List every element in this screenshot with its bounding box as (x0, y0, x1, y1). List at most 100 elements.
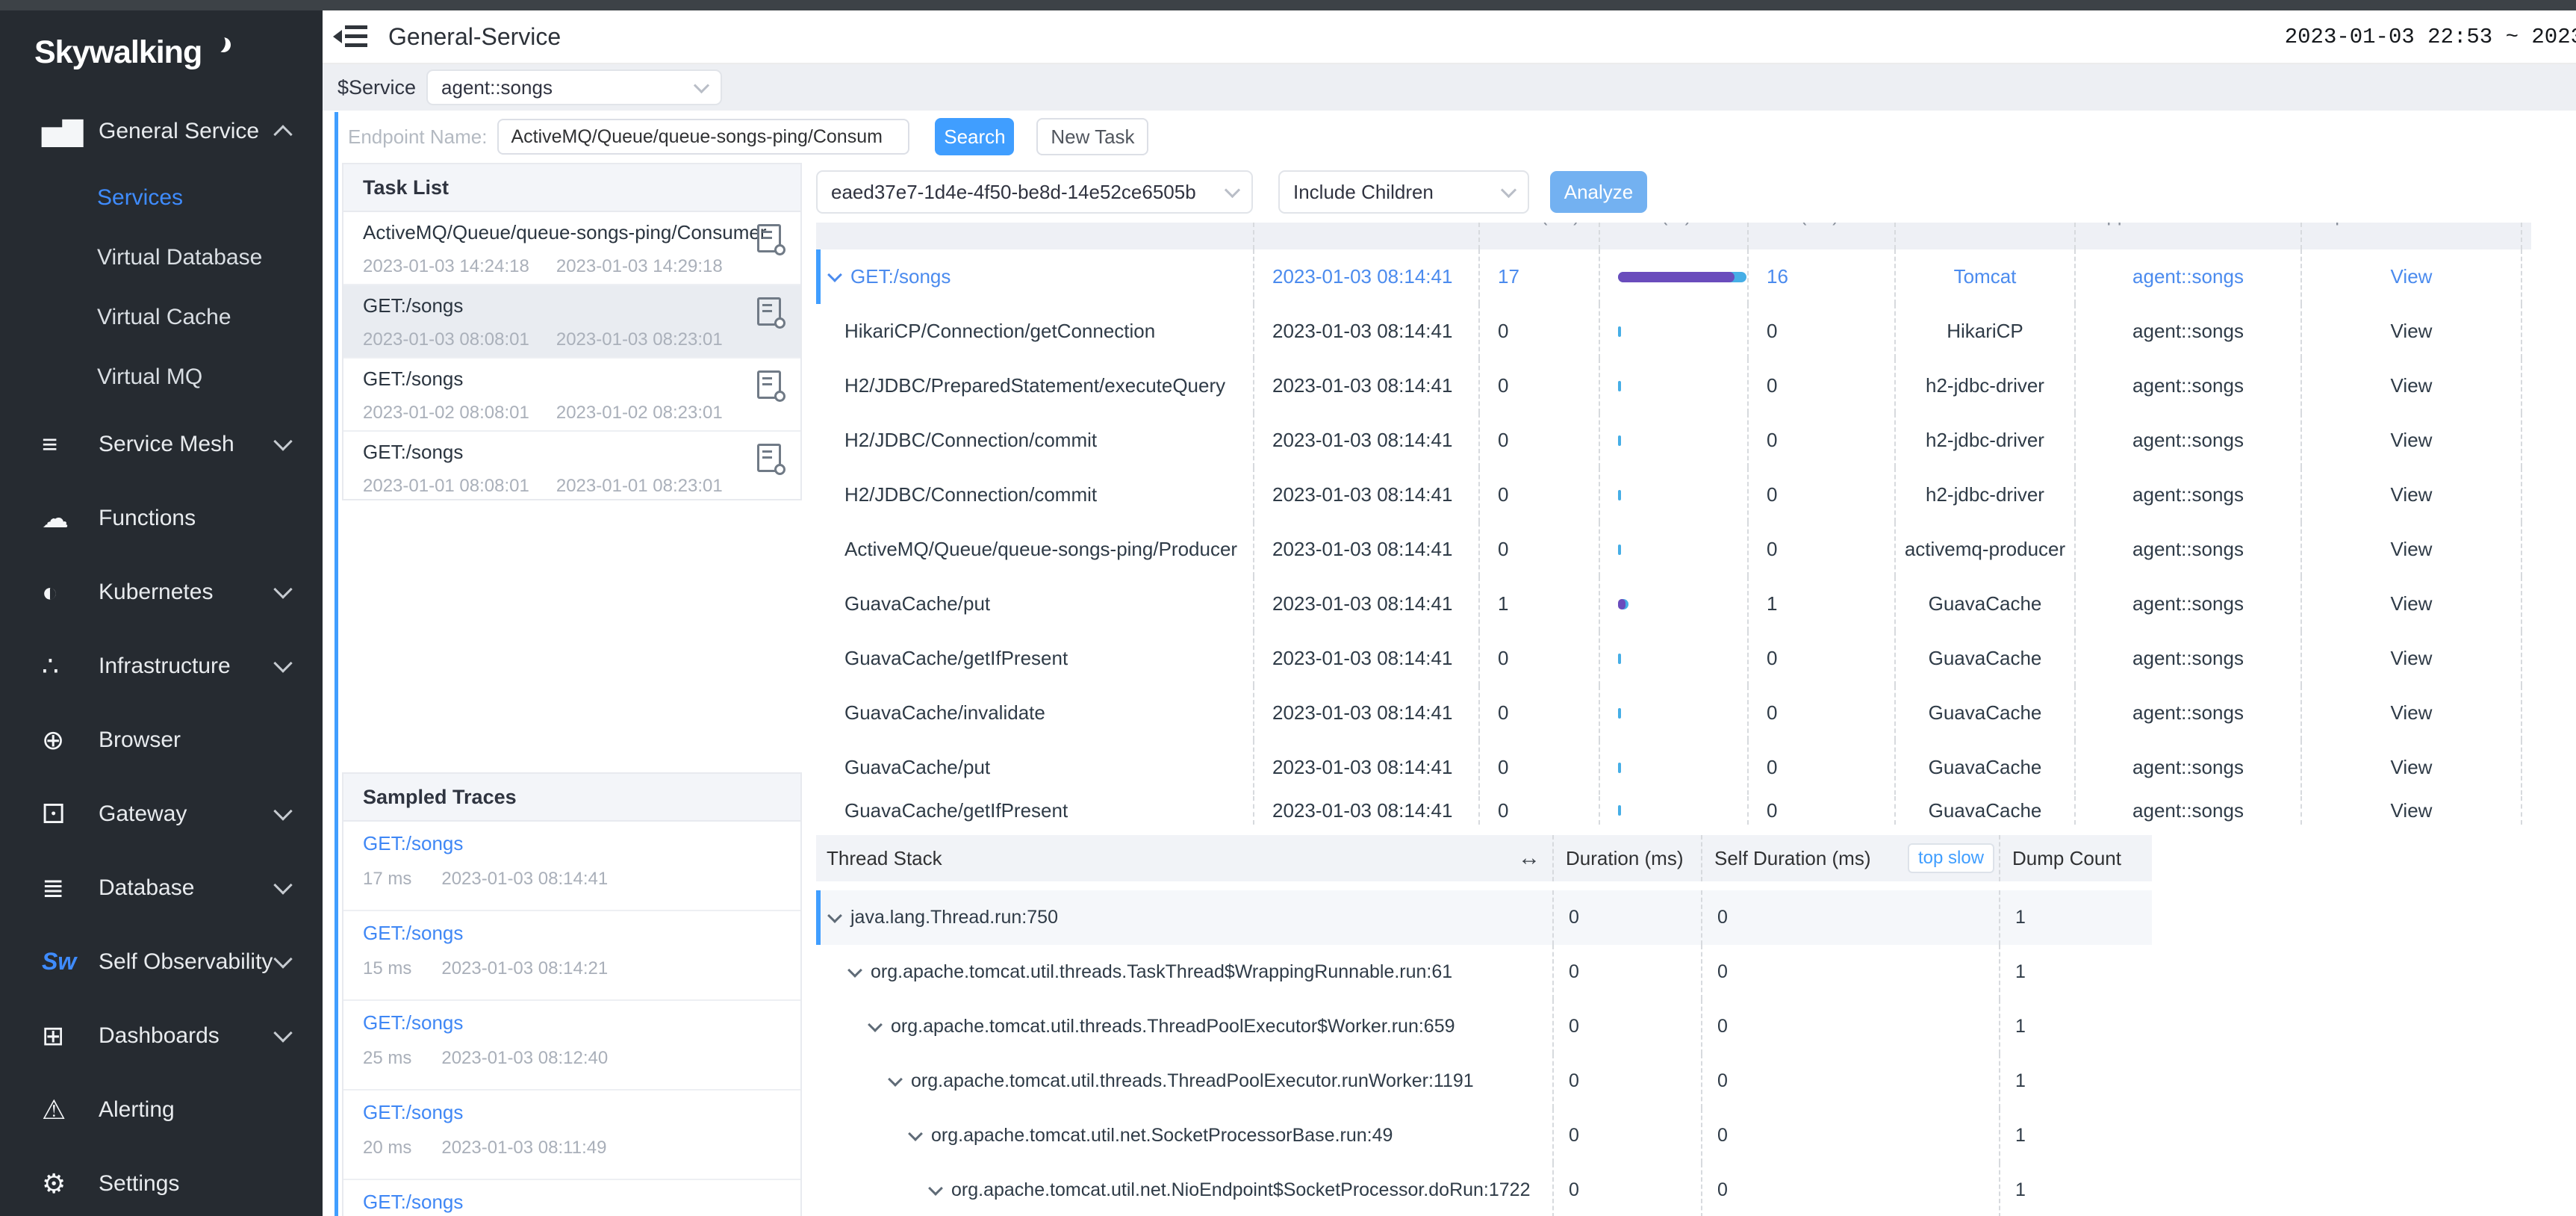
sidebar-item[interactable]: ▅▇ General Service (0, 94, 323, 168)
sidebar-item[interactable]: Virtual Database (0, 228, 323, 288)
sidebar-item[interactable]: Services (0, 168, 323, 228)
span-self-ms: 0 (1749, 631, 1896, 686)
view-logs-icon[interactable] (757, 224, 781, 252)
sidebar-item[interactable]: ⚀ Gateway (0, 777, 323, 851)
span-api: GuavaCache (1896, 686, 2076, 740)
span-self-ms: 0 (1749, 796, 1896, 825)
sampled-trace-item[interactable]: GET:/songs 20 ms 2023-01-03 08:11:49 (343, 1091, 800, 1180)
trace-link[interactable]: GET:/songs (363, 832, 785, 855)
sampled-trace-item[interactable]: GET:/songs 17 ms 2023-01-03 08:14:41 (343, 822, 800, 911)
task-list-item[interactable]: GET:/songs 2023-01-02 08:08:01 2023-01-0… (343, 359, 800, 432)
resize-icon[interactable]: ↔ (1518, 846, 1540, 871)
expand-chevron-icon[interactable] (868, 1017, 883, 1032)
view-link[interactable]: View (2302, 359, 2522, 413)
sidebar-item[interactable]: ⚙ Settings (0, 1147, 323, 1216)
expand-chevron-icon[interactable] (847, 963, 862, 978)
span-row[interactable]: ActiveMQ/Queue/queue-songs-ping/Producer… (816, 522, 2531, 577)
trace-link[interactable]: GET:/songs (363, 1101, 785, 1124)
exec-percent-bar-fill (1618, 599, 1625, 609)
view-logs-icon[interactable] (757, 297, 781, 326)
task-list-item[interactable]: GET:/songs 2023-01-03 08:08:01 2023-01-0… (343, 285, 800, 359)
expand-chevron-icon[interactable] (888, 1072, 903, 1087)
span-name: GuavaCache/put (844, 756, 990, 779)
dump-count-column-header: Dump Count (2012, 847, 2121, 870)
menu-fold-icon[interactable] (333, 25, 367, 48)
sidebar-item[interactable]: Sw Self Observability (0, 925, 323, 999)
sidebar-item[interactable]: Virtual Cache (0, 288, 323, 347)
span-row[interactable]: HikariCP/Connection/getConnection 2023-0… (816, 304, 2531, 359)
sidebar-item[interactable]: Virtual MQ (0, 347, 323, 407)
view-link[interactable]: View (2302, 796, 2522, 825)
sidebar-item-label: Browser (99, 728, 181, 753)
sidebar-item[interactable]: ⊞ Dashboards (0, 999, 323, 1073)
span-row[interactable]: GuavaCache/put 2023-01-03 08:14:41 1 1 G… (816, 577, 2531, 631)
sidebar-item[interactable]: ◐ Kubernetes (0, 555, 323, 629)
new-task-button[interactable]: New Task (1036, 118, 1148, 155)
view-link[interactable]: View (2302, 686, 2522, 740)
view-link[interactable]: View (2302, 577, 2522, 631)
span-row[interactable]: GuavaCache/invalidate 2023-01-03 08:14:4… (816, 686, 2531, 740)
sampled-trace-item[interactable]: GET:/songs 15 ms 2023-01-03 08:14:21 (343, 911, 800, 1001)
view-link[interactable]: View (2302, 468, 2522, 522)
span-row[interactable]: H2/JDBC/PreparedStatement/executeQuery 2… (816, 359, 2531, 413)
span-row[interactable]: GET:/songs 2023-01-03 08:14:41 17 16 Tom… (816, 249, 2531, 304)
span-row[interactable]: GuavaCache/getIfPresent 2023-01-03 08:14… (816, 631, 2531, 686)
sampled-trace-item[interactable]: GET:/songs 25 ms 2023-01-03 08:12:40 (343, 1001, 800, 1091)
view-link[interactable]: View (2302, 249, 2522, 304)
page-header: General-Service 2023-01-03 22:53 ~ 2023 (323, 10, 2576, 64)
analyze-mode-select[interactable]: Include Children (1278, 170, 1529, 214)
sidebar-item[interactable]: ≡ Service Mesh (0, 407, 323, 481)
sidebar-item[interactable]: ∴ Infrastructure (0, 629, 323, 703)
sampled-trace-item[interactable]: GET:/songs 16 ms 2023-01-03 08:11:39 (343, 1180, 800, 1216)
view-link[interactable]: View (2302, 522, 2522, 577)
span-row[interactable]: GuavaCache/getIfPresent 2023-01-03 08:14… (816, 795, 2531, 825)
task-list-item[interactable]: ActiveMQ/Queue/queue-songs-ping/Consumer… (343, 212, 800, 285)
trace-link[interactable]: GET:/songs (363, 1191, 785, 1214)
endpoint-name-input[interactable]: ActiveMQ/Queue/queue-songs-ping/Consum (497, 119, 909, 155)
span-start-time: 2023-01-03 08:14:41 (1254, 359, 1480, 413)
span-row[interactable]: H2/JDBC/Connection/commit 2023-01-03 08:… (816, 413, 2531, 468)
span-exec-ms: 0 (1480, 359, 1600, 413)
time-range-picker[interactable]: 2023-01-03 22:53 ~ 2023 (2285, 25, 2576, 49)
app-logo[interactable]: Skywalking (0, 10, 323, 94)
task-start-time: 2023-01-03 14:24:18 (363, 256, 529, 277)
expand-chevron-icon[interactable] (827, 908, 842, 923)
view-logs-icon[interactable] (757, 444, 781, 472)
span-start-time: 2023-01-03 08:14:41 (1254, 686, 1480, 740)
view-logs-icon[interactable] (757, 370, 781, 399)
expand-chevron-icon[interactable] (928, 1181, 943, 1196)
expand-chevron-icon[interactable] (908, 1126, 923, 1141)
thread-stack-row[interactable]: org.apache.tomcat.util.net.NioEndpoint$S… (816, 1163, 2152, 1216)
search-button[interactable]: Search (935, 118, 1014, 155)
frame-dump-count: 1 (2000, 1163, 2152, 1216)
sidebar-item[interactable]: ≣ Database (0, 851, 323, 925)
top-slow-button[interactable]: top slow (1908, 843, 1994, 873)
frame-duration: 0 (1554, 999, 1702, 1054)
thread-stack-row[interactable]: org.apache.tomcat.util.threads.TaskThrea… (816, 945, 2152, 999)
span-table-header-cell: Exec(ms) (1480, 223, 1600, 249)
thread-stack-row[interactable]: org.apache.tomcat.util.net.SocketProcess… (816, 1108, 2152, 1163)
sidebar-item[interactable]: ⚠ Alerting (0, 1073, 323, 1147)
task-list-item[interactable]: GET:/songs 2023-01-01 08:08:01 2023-01-0… (343, 432, 800, 500)
view-link[interactable]: View (2302, 413, 2522, 468)
task-id-select[interactable]: eaed37e7-1d4e-4f50-be8d-14e52ce6505b (816, 170, 1253, 214)
view-link[interactable]: View (2302, 631, 2522, 686)
thread-stack-row[interactable]: org.apache.tomcat.util.threads.ThreadPoo… (816, 999, 2152, 1054)
sidebar-item[interactable]: ☁ Functions (0, 481, 323, 555)
expand-chevron-icon[interactable] (827, 267, 842, 282)
fold-arrow (333, 30, 342, 43)
thread-stack-row[interactable]: java.lang.Thread.run:750 0 0 1 (816, 890, 2152, 945)
thread-stack-row[interactable]: org.apache.tomcat.util.threads.ThreadPoo… (816, 1054, 2152, 1108)
task-end-time: 2023-01-03 14:29:18 (556, 256, 723, 277)
analyze-button[interactable]: Analyze (1550, 171, 1647, 213)
service-select[interactable]: agent::songs (426, 69, 722, 105)
trace-link[interactable]: GET:/songs (363, 1011, 785, 1034)
span-row[interactable]: GuavaCache/put 2023-01-03 08:14:41 0 0 G… (816, 740, 2531, 795)
trace-link[interactable]: GET:/songs (363, 922, 785, 945)
stack-frame-name: org.apache.tomcat.util.net.NioEndpoint$S… (951, 1179, 1531, 1201)
view-link[interactable]: View (2302, 304, 2522, 359)
span-row[interactable]: H2/JDBC/Connection/commit 2023-01-03 08:… (816, 468, 2531, 522)
sidebar-item[interactable]: ⊕ Browser (0, 703, 323, 777)
view-link[interactable]: View (2302, 740, 2522, 795)
stack-frame-name: org.apache.tomcat.util.threads.TaskThrea… (871, 961, 1452, 983)
